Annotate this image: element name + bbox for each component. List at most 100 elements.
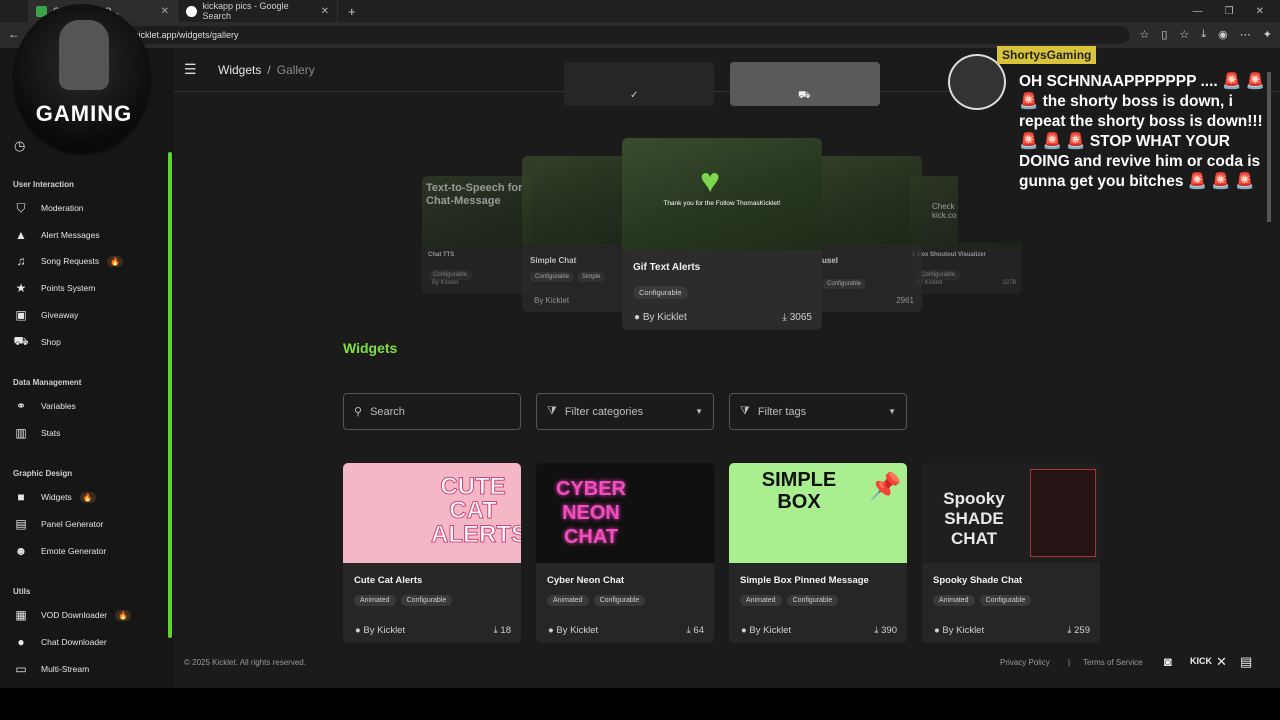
- widget-card-spooky-shade-chat[interactable]: Spooky SHADE CHAT Spooky Shade Chat Anim…: [922, 463, 1100, 643]
- back-icon[interactable]: ←: [8, 27, 20, 41]
- browser-tab-2[interactable]: kickapp pics - Google Search ✕: [178, 0, 338, 22]
- download-count: 2278: [1002, 280, 1016, 286]
- close-tab-icon[interactable]: ✕: [321, 6, 329, 17]
- address-bar-row: ← kicklet.app/widgets/gallery ☆ ▯ ☆ ⤓ ◉ …: [0, 22, 1280, 48]
- sidebar-item-giveaway[interactable]: ▣ Giveaway: [13, 307, 78, 323]
- tag-chip: Configurable: [916, 270, 961, 280]
- favorite-star-icon[interactable]: ☆: [1139, 28, 1149, 41]
- maximize-icon[interactable]: ❐: [1225, 6, 1234, 17]
- card-thumbnail: Text-to-Speech for Chat-Message: [422, 176, 532, 248]
- card-author: By Kicklet: [534, 296, 570, 305]
- favorites-icon[interactable]: ☆: [1179, 28, 1189, 41]
- blurred-shop-button[interactable]: ⛟: [730, 62, 880, 106]
- sidebar-item-moderation[interactable]: ⛉ Moderation: [13, 200, 84, 216]
- tag-chip: Configurable: [822, 279, 867, 289]
- widget-card-cyber-neon-chat[interactable]: CYBER NEON CHAT Cyber Neon Chat Animated…: [536, 463, 714, 643]
- widget-name: Cyber Neon Chat: [547, 575, 625, 586]
- star-icon: ★: [15, 281, 27, 295]
- monitor-icon: ▭: [15, 662, 27, 676]
- sidebar-item-stats[interactable]: ▥ Stats: [13, 425, 60, 441]
- new-tab-icon[interactable]: +: [348, 4, 356, 19]
- tab-bar: Chatbot and O... ✕ kickapp pics - Google…: [0, 0, 1280, 22]
- warning-icon: ▲: [15, 228, 27, 242]
- tag-chip: Configurable: [400, 595, 453, 606]
- tag-chip: Animated: [547, 595, 589, 606]
- clock-icon[interactable]: ◷: [14, 138, 25, 154]
- extension-icon[interactable]: ◉: [1218, 28, 1228, 41]
- copilot-icon[interactable]: ✦: [1263, 28, 1272, 41]
- section-utils: Utils: [13, 587, 31, 596]
- menu-toggle-icon[interactable]: ☰: [184, 61, 197, 78]
- sidebar-item-label: Multi-Stream: [41, 664, 90, 674]
- discord-icon[interactable]: ◙: [1164, 654, 1172, 669]
- cart-icon: ⛟: [13, 334, 29, 348]
- filter-categories-label: Filter categories: [564, 405, 644, 418]
- document-icon[interactable]: ▤: [1240, 654, 1252, 670]
- widget-card-cute-cat-alerts[interactable]: CUTE CAT ALERTS Cute Cat Alerts Animated…: [343, 463, 521, 643]
- sidebar-item-widgets[interactable]: ■ Widgets 🔥: [13, 489, 96, 505]
- widget-name: Simple Box Pinned Message: [740, 575, 869, 586]
- thumbnail-text: Text-to-Speech for Chat-Message: [426, 182, 523, 207]
- sidebar-item-label: Panel Generator: [41, 519, 104, 529]
- sidebar-item-chat-downloader[interactable]: ● Chat Downloader: [13, 634, 106, 650]
- section-graphic-design: Graphic Design: [13, 469, 73, 478]
- sidebar-item-emote-generator[interactable]: ☻ Emote Generator: [13, 543, 107, 559]
- sidebar-item-multi-stream[interactable]: ▭ Multi-Stream: [13, 661, 89, 677]
- split-screen-icon[interactable]: ▯: [1161, 28, 1167, 41]
- privacy-policy-link[interactable]: Privacy Policy: [1000, 658, 1050, 667]
- terms-of-service-link[interactable]: Terms of Service: [1083, 658, 1143, 667]
- sidebar-item-song-requests[interactable]: ♫ Song Requests 🔥: [13, 253, 124, 269]
- kick-icon[interactable]: KICK: [1190, 656, 1212, 666]
- url-field[interactable]: kicklet.app/widgets/gallery: [120, 26, 1130, 44]
- filter-categories-select[interactable]: ⧩ Filter categories ▼: [536, 393, 714, 430]
- close-tab-icon[interactable]: ✕: [161, 6, 169, 17]
- hot-badge: 🔥: [79, 491, 96, 503]
- tag-chip: Simple: [577, 272, 606, 282]
- search-input[interactable]: ⚲ Search: [343, 393, 521, 430]
- chevron-down-icon: ▼: [695, 407, 703, 416]
- download-icon[interactable]: ⤓: [1201, 28, 1206, 41]
- bar-chart-icon: ▥: [15, 426, 27, 440]
- minimize-icon[interactable]: —: [1193, 6, 1203, 17]
- hot-badge: 🔥: [115, 609, 132, 621]
- music-icon: ♫: [16, 254, 26, 268]
- check-icon: ✓: [630, 90, 639, 101]
- user-icon: ●: [355, 625, 364, 636]
- sidebar-item-label: Moderation: [41, 203, 84, 213]
- tab-label: kickapp pics - Google Search: [202, 1, 289, 21]
- url-text: kicklet.app/widgets/gallery: [134, 30, 239, 40]
- sidebar-item-label: Emote Generator: [41, 546, 107, 556]
- card-downloads: ⤓ 3065: [783, 312, 812, 323]
- sidebar-item-alert-messages[interactable]: ▲ Alert Messages: [13, 227, 100, 243]
- hot-badge: 🔥: [107, 255, 124, 267]
- card-author: By Kicklet: [432, 280, 459, 286]
- sidebar-scrollbar[interactable]: [168, 152, 172, 638]
- user-icon: ●: [741, 625, 750, 636]
- sidebar-item-points-system[interactable]: ★ Points System: [13, 280, 96, 296]
- filter-tags-select[interactable]: ⧩ Filter tags ▼: [729, 393, 907, 430]
- sidebar-item-variables[interactable]: ⚭ Variables: [13, 398, 76, 414]
- x-icon[interactable]: ✕: [1216, 654, 1227, 670]
- shield-icon: ⛉: [16, 200, 26, 215]
- sidebar-item-panel-generator[interactable]: ▤ Panel Generator: [13, 516, 103, 532]
- tag-chip: Animated: [354, 595, 396, 606]
- sidebar-item-label: VOD Downloader: [41, 610, 108, 620]
- tag-chip: Configurable: [633, 286, 688, 299]
- blurred-button[interactable]: ✓: [564, 62, 714, 106]
- thumbnail-text: CUTE CAT ALERTS: [431, 473, 522, 548]
- thumbnail-text: CYBER NEON CHAT: [555, 478, 626, 548]
- close-window-icon[interactable]: ✕: [1256, 6, 1264, 17]
- menu-dots-icon[interactable]: ⋯: [1240, 28, 1251, 41]
- sidebar-item-shop[interactable]: ⛟ Shop: [13, 334, 60, 350]
- breadcrumb-separator: /: [267, 63, 271, 77]
- carousel-card-gif-text-alerts[interactable]: ♥ Thank you for the Follow ThomasKicklet…: [622, 138, 822, 330]
- sidebar-item-vod-downloader[interactable]: ▦ VOD Downloader 🔥: [13, 607, 132, 623]
- widget-card-simple-box-pinned[interactable]: SIMPLE BOX 📌 Simple Box Pinned Message An…: [729, 463, 907, 643]
- user-icon: ●: [548, 625, 557, 636]
- breadcrumb-widgets[interactable]: Widgets: [218, 63, 261, 77]
- carousel-card-chat-tts[interactable]: Text-to-Speech for Chat-Message Chat TTS…: [422, 176, 532, 294]
- search-placeholder: Search: [370, 405, 405, 418]
- dog-mascot-icon: [59, 20, 109, 90]
- gift-icon: ▣: [15, 308, 27, 322]
- heart-icon: ♥: [700, 162, 721, 200]
